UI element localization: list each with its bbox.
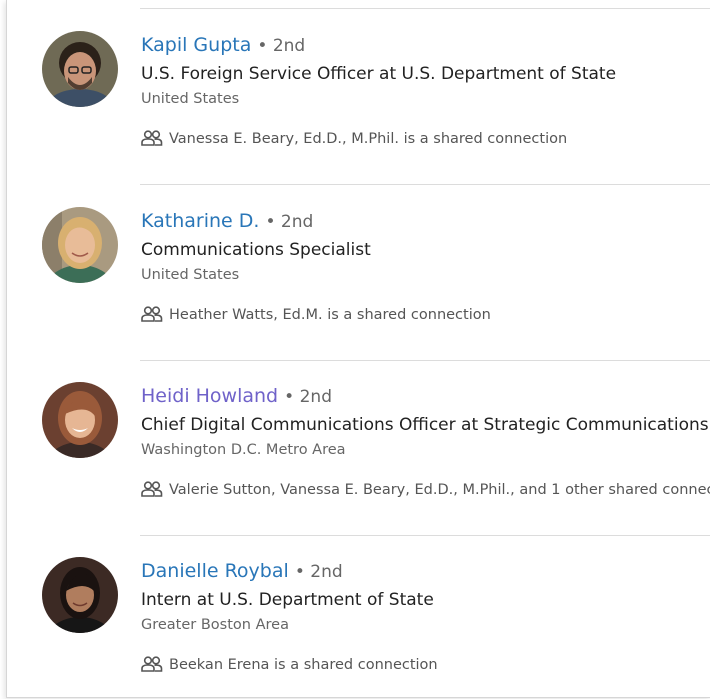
connection-degree: • 2nd <box>294 562 343 582</box>
name-line: Danielle Roybal • 2nd <box>141 559 343 584</box>
shared-connections[interactable]: Valerie Sutton, Vanessa E. Beary, Ed.D.,… <box>141 480 710 503</box>
result-item: Kapil Gupta • 2nd U.S. Foreign Service O… <box>7 9 710 185</box>
shared-connections[interactable]: Heather Watts, Ed.M. is a shared connect… <box>141 305 491 328</box>
shared-connections-text: Heather Watts, Ed.M. is a shared connect… <box>169 307 491 323</box>
profile-name-link[interactable]: Katharine D. <box>141 210 259 232</box>
name-line: Heidi Howland • 2nd <box>141 384 332 409</box>
connection-degree: • 2nd <box>284 387 332 407</box>
shared-connections[interactable]: Beekan Erena is a shared connection <box>141 655 438 678</box>
connection-degree: • 2nd <box>265 212 314 232</box>
result-item: Heidi Howland • 2nd Chief Digital Commun… <box>7 360 710 536</box>
profile-location: United States <box>141 267 240 283</box>
people-icon <box>141 656 163 678</box>
profile-location: Greater Boston Area <box>141 617 289 633</box>
profile-headline: Intern at U.S. Department of State <box>141 590 434 610</box>
profile-name-link[interactable]: Danielle Roybal <box>141 560 289 582</box>
avatar[interactable] <box>42 207 118 283</box>
avatar[interactable] <box>42 557 118 633</box>
people-icon <box>141 481 163 503</box>
shared-connections[interactable]: Vanessa E. Beary, Ed.D., M.Phil. is a sh… <box>141 129 567 152</box>
people-icon <box>141 306 163 328</box>
profile-headline: Communications Specialist <box>141 240 371 260</box>
avatar[interactable] <box>42 31 118 107</box>
shared-connections-text: Vanessa E. Beary, Ed.D., M.Phil. is a sh… <box>169 131 568 147</box>
profile-headline: Chief Digital Communications Officer at … <box>141 415 709 435</box>
profile-name-link[interactable]: Kapil Gupta <box>141 34 251 56</box>
profile-location: United States <box>141 91 240 107</box>
shared-connections-text: Beekan Erena is a shared connection <box>169 657 438 673</box>
result-item: Katharine D. • 2nd Communications Specia… <box>7 185 710 361</box>
result-item: Danielle Roybal • 2nd Intern at U.S. Dep… <box>7 535 710 697</box>
profile-name-link[interactable]: Heidi Howland <box>141 385 278 407</box>
shared-connections-text: Valerie Sutton, Vanessa E. Beary, Ed.D.,… <box>169 482 710 498</box>
search-results-panel: Kapil Gupta • 2nd U.S. Foreign Service O… <box>6 0 710 698</box>
connection-degree: • 2nd <box>257 36 306 56</box>
profile-location: Washington D.C. Metro Area <box>141 442 346 458</box>
name-line: Kapil Gupta • 2nd <box>141 33 305 58</box>
profile-headline: U.S. Foreign Service Officer at U.S. Dep… <box>141 64 617 84</box>
people-icon <box>141 130 163 152</box>
name-line: Katharine D. • 2nd <box>141 209 313 234</box>
avatar[interactable] <box>42 382 118 458</box>
